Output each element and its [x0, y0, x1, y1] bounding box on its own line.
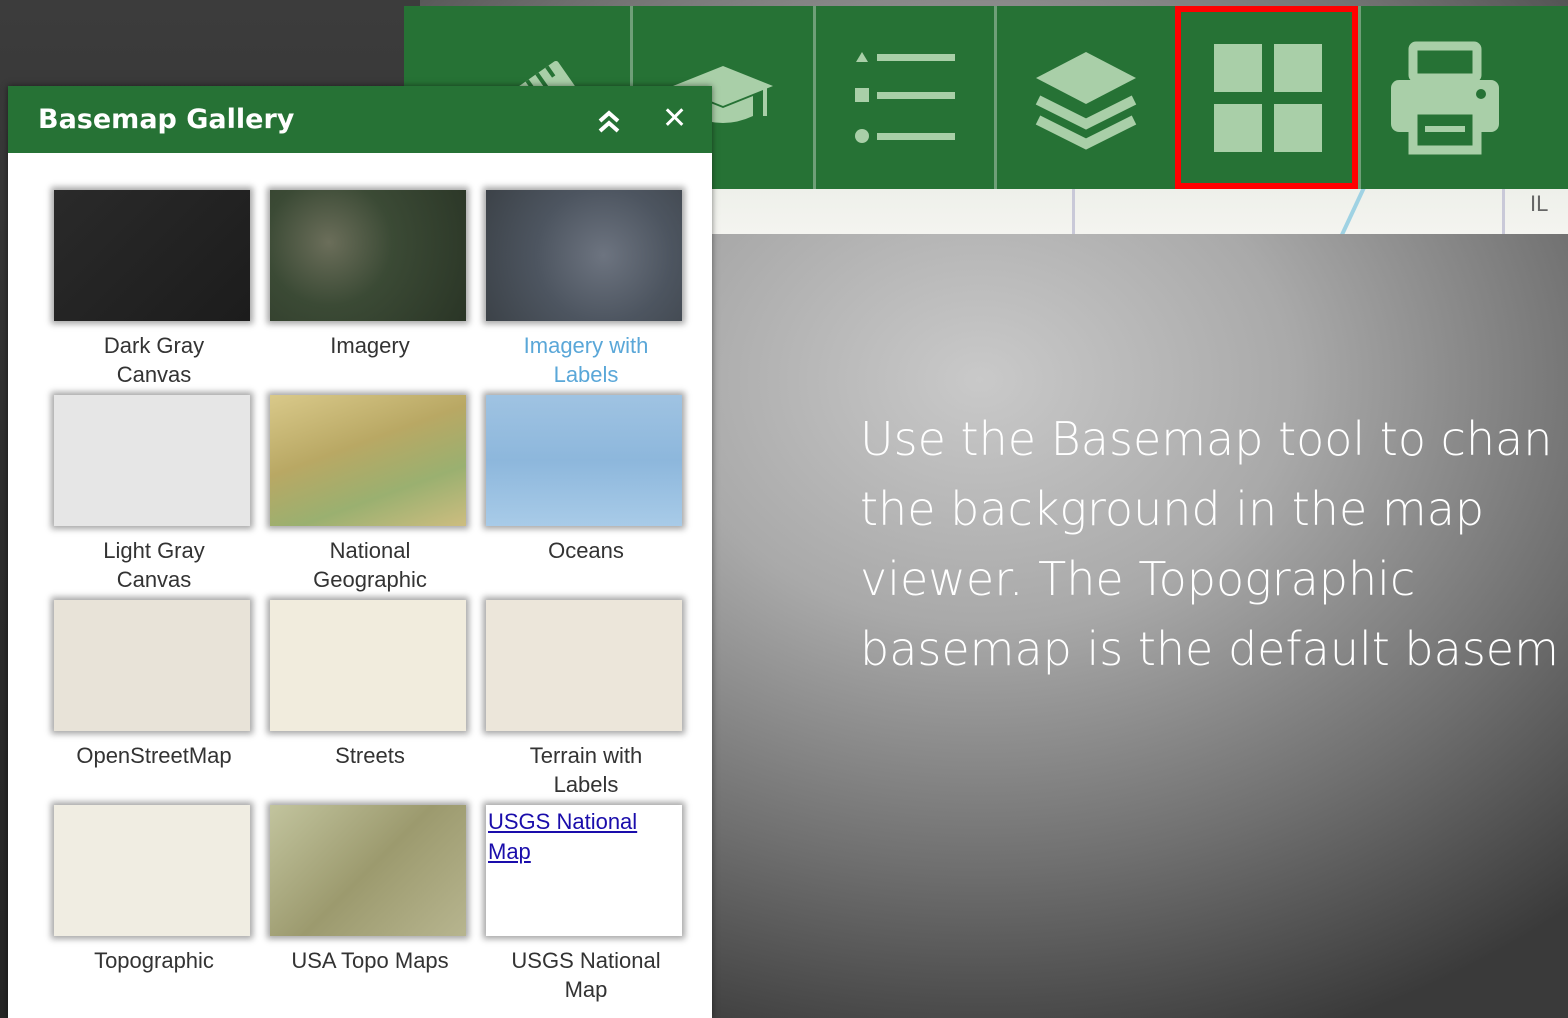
basemap-thumbnail[interactable]	[270, 600, 466, 731]
basemap-label-line: Topographic	[94, 948, 214, 973]
printer-icon	[1390, 41, 1499, 154]
basemap-tile[interactable]: USA Topo Maps	[264, 805, 466, 975]
basemap-thumbnail[interactable]	[54, 600, 250, 731]
basemap-label: OpenStreetMap	[46, 741, 262, 770]
basemap-label-line: Canvas	[116, 362, 192, 387]
basemap-gallery-panel: Basemap Gallery ✕ Dark Gray Canvas Imagery…	[8, 86, 712, 1018]
basemap-label: Oceans	[478, 536, 694, 565]
list-icon	[855, 51, 955, 143]
legend-button[interactable]	[813, 6, 994, 189]
print-button[interactable]	[1358, 6, 1568, 189]
basemap-label: USA Topo Maps	[262, 946, 478, 975]
basemap-tile[interactable]: Imagery	[264, 190, 466, 360]
map-preview-strip[interactable]: IL	[712, 189, 1568, 234]
basemap-label: USGS National Map	[478, 946, 694, 1004]
caption-line: the background in the map	[860, 482, 1485, 536]
map-river	[1339, 189, 1369, 234]
basemap-label: Dark Gray Canvas	[46, 331, 262, 389]
basemap-label-line: Oceans	[548, 538, 624, 563]
basemap-thumbnail[interactable]	[486, 395, 682, 526]
caption-line: Use the Basemap tool to chan	[860, 412, 1553, 466]
basemap-thumbnail[interactable]	[486, 600, 682, 731]
basemap-thumbnail[interactable]	[486, 190, 682, 321]
basemap-thumbnail[interactable]	[270, 805, 466, 936]
thumbnail-link-line: Map	[488, 839, 531, 864]
basemap-tile[interactable]: Streets	[264, 600, 466, 770]
double-chevron-up-icon[interactable]	[594, 106, 624, 136]
basemap-tile[interactable]: Oceans	[480, 395, 682, 565]
basemap-tile[interactable]: Dark Gray Canvas	[48, 190, 250, 389]
grid-icon	[1214, 43, 1322, 152]
basemap-label-line: Labels	[553, 772, 619, 797]
thumbnail-link-line: USGS National	[488, 809, 638, 834]
basemap-tile[interactable]: Imagery with Labels	[480, 190, 682, 389]
basemap-label-line: Imagery with	[523, 333, 649, 358]
basemap-label: Topographic	[46, 946, 262, 975]
basemap-label-line: Canvas	[116, 567, 192, 592]
close-icon[interactable]: ✕	[662, 104, 692, 134]
basemap-label-line: Imagery	[330, 333, 410, 358]
basemap-label-line: Streets	[335, 743, 405, 768]
basemap-thumbnail[interactable]	[270, 395, 466, 526]
basemap-label-line: Dark Gray	[103, 333, 205, 358]
layers-icon	[1035, 51, 1137, 150]
basemap-label: National Geographic	[262, 536, 478, 594]
basemap-label: Imagery with Labels	[478, 331, 694, 389]
basemap-gallery-button[interactable]	[1175, 6, 1358, 189]
basemap-tile[interactable]: USGS National Map USGS National Map	[480, 805, 682, 1004]
layers-button[interactable]	[994, 6, 1175, 189]
slide-caption: Use the Basemap tool to chan the backgro…	[860, 404, 1568, 684]
basemap-label-line: Labels	[553, 362, 619, 387]
map-road	[1502, 189, 1505, 234]
panel-header: Basemap Gallery ✕	[8, 86, 712, 153]
basemap-label: Terrain with Labels	[478, 741, 694, 799]
basemap-thumbnail[interactable]	[54, 805, 250, 936]
thumbnail-link[interactable]: USGS National Map	[488, 807, 637, 867]
basemap-label-line: Light Gray	[103, 538, 205, 563]
basemap-tile[interactable]: Terrain with Labels	[480, 600, 682, 799]
basemap-label-line: OpenStreetMap	[76, 743, 232, 768]
basemap-label-line: National	[329, 538, 411, 563]
basemap-label: Light Gray Canvas	[46, 536, 262, 594]
basemap-tile[interactable]: National Geographic	[264, 395, 466, 594]
basemap-label-line: Terrain with	[529, 743, 643, 768]
basemap-label-line: USA Topo Maps	[291, 948, 449, 973]
basemap-label-line: Geographic	[313, 567, 427, 592]
basemap-thumbnail[interactable]: USGS National Map	[486, 805, 682, 936]
basemap-label-line: Map	[564, 977, 608, 1002]
basemap-tile[interactable]: Light Gray Canvas	[48, 395, 250, 594]
caption-line: basemap is the default basem	[860, 622, 1559, 676]
basemap-label-line: USGS National	[511, 948, 661, 973]
basemap-thumbnail[interactable]	[54, 190, 250, 321]
caption-line: viewer. The Topographic	[860, 552, 1416, 606]
basemap-tile[interactable]: OpenStreetMap	[48, 600, 250, 770]
basemap-label: Imagery	[262, 331, 478, 360]
basemap-label: Streets	[262, 741, 478, 770]
panel-title: Basemap Gallery	[38, 104, 295, 135]
map-label: IL	[1530, 191, 1549, 216]
map-road	[1072, 189, 1075, 234]
basemap-thumbnail[interactable]	[54, 395, 250, 526]
basemap-thumbnail[interactable]	[270, 190, 466, 321]
basemap-tile[interactable]: Topographic	[48, 805, 250, 975]
